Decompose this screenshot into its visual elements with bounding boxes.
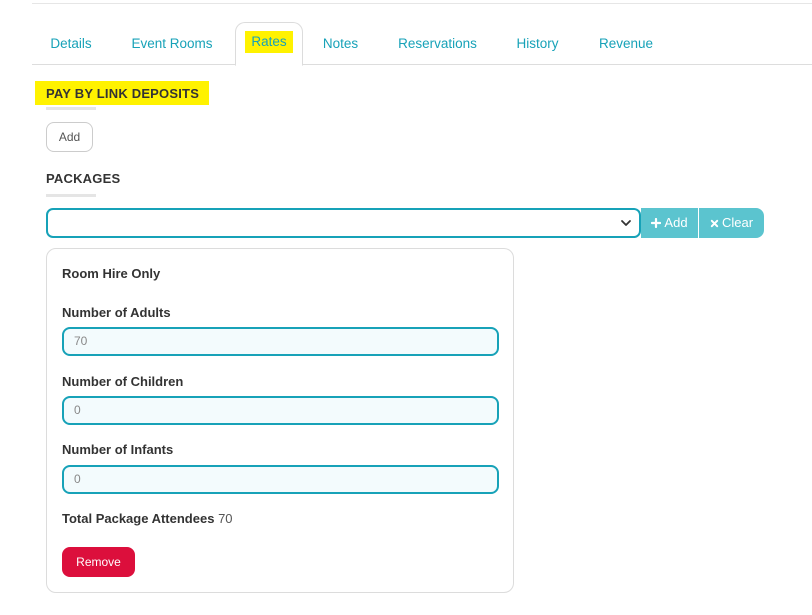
add-package-button[interactable]: Add — [641, 208, 698, 238]
infants-input[interactable]: 0 — [62, 465, 499, 494]
clear-package-button[interactable]: Clear — [699, 208, 764, 238]
tab-history[interactable]: History — [509, 22, 566, 65]
tab-rates[interactable]: Rates — [235, 22, 303, 66]
x-icon — [710, 219, 719, 228]
tab-event-rooms[interactable]: Event Rooms — [120, 22, 224, 65]
packages-title-underline — [46, 194, 96, 197]
add-package-label: Add — [664, 215, 688, 230]
add-deposit-button[interactable]: Add — [46, 122, 93, 152]
tab-bar: Details Event Rooms Rates Notes Reservat… — [32, 22, 812, 66]
deposits-title: PAY BY LINK DEPOSITS — [35, 81, 210, 105]
package-card: Room Hire Only Number of Adults 70 Numbe… — [46, 248, 514, 593]
total-attendees: Total Package Attendees 70 — [62, 511, 233, 526]
deposits-title-underline — [46, 107, 96, 110]
packages-title: PACKAGES — [46, 171, 121, 186]
children-label: Number of Children — [62, 374, 184, 389]
remove-package-button[interactable]: Remove — [62, 547, 135, 577]
tab-reservations[interactable]: Reservations — [389, 22, 486, 65]
package-name: Room Hire Only — [62, 266, 161, 281]
adults-input[interactable]: 70 — [62, 327, 499, 356]
chevron-down-icon — [621, 220, 631, 226]
tab-revenue[interactable]: Revenue — [592, 22, 660, 65]
tab-rates-label: Rates — [245, 31, 293, 54]
children-input[interactable]: 0 — [62, 396, 499, 425]
package-select[interactable] — [46, 208, 641, 238]
tab-details[interactable]: Details — [40, 22, 102, 65]
adults-label: Number of Adults — [62, 305, 171, 320]
total-attendees-label: Total Package Attendees — [62, 511, 215, 526]
clear-package-label: Clear — [721, 215, 754, 230]
total-attendees-value: 70 — [218, 511, 233, 526]
top-divider — [32, 3, 812, 4]
tab-notes[interactable]: Notes — [314, 22, 367, 65]
plus-icon — [651, 217, 662, 229]
infants-label: Number of Infants — [62, 442, 174, 457]
